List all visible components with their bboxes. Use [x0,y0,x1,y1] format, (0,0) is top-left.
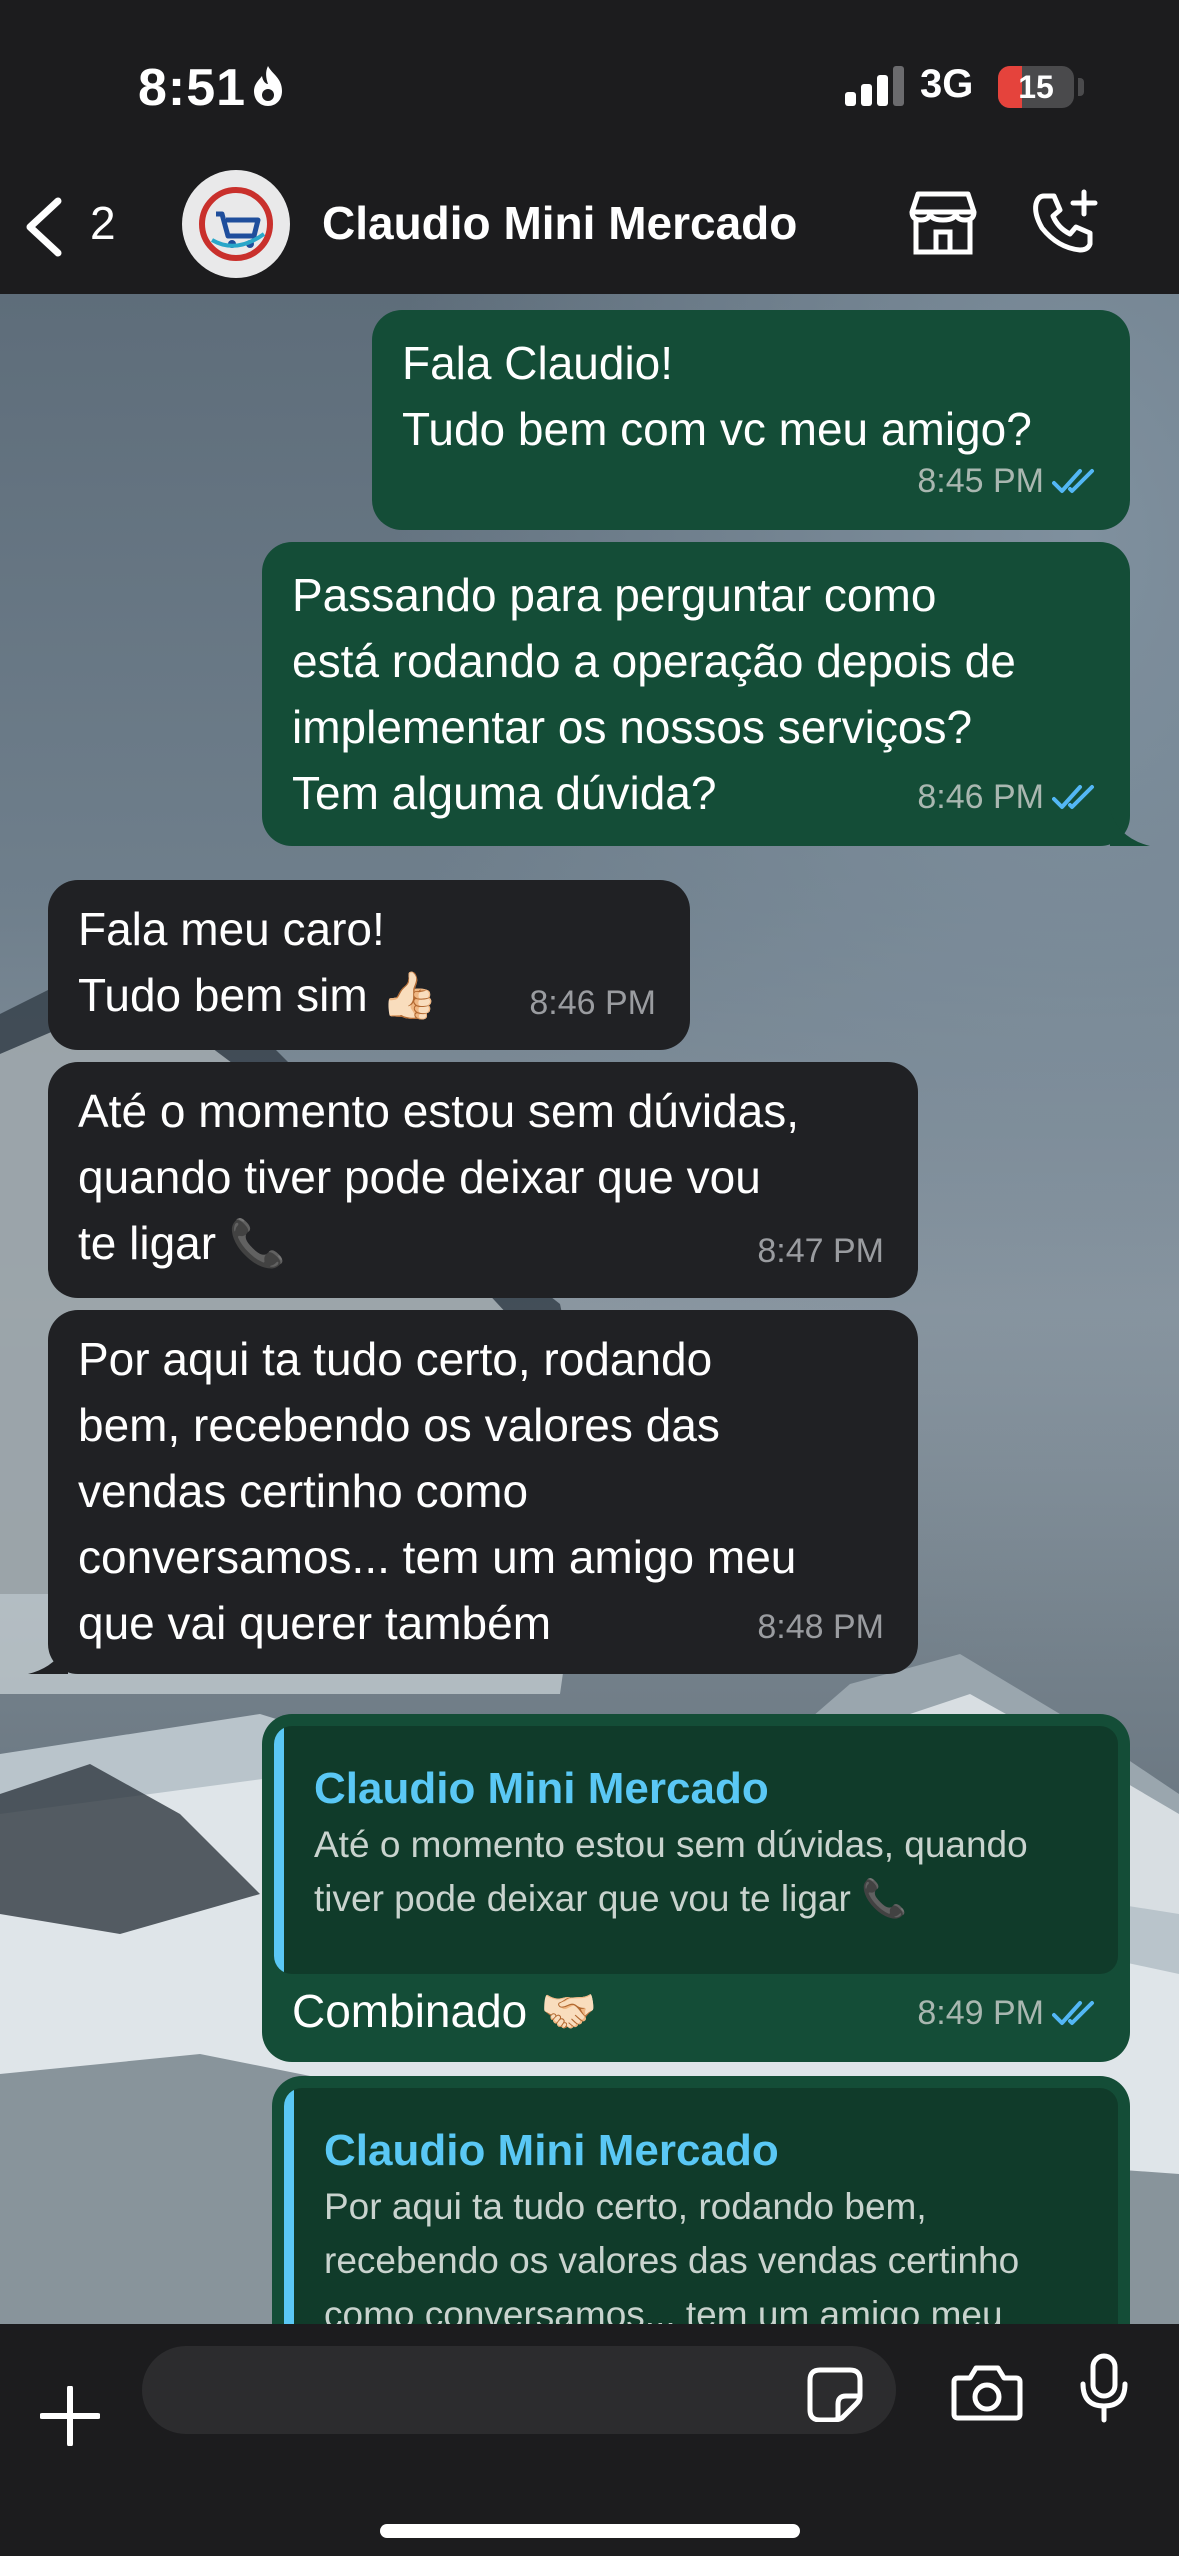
storefront-icon[interactable] [906,190,980,256]
message-time: 8:47 PM [757,1232,884,1270]
message-time: 8:48 PM [757,1608,884,1646]
quote-text: Até o momento estou sem dúvidas, quando … [314,1824,1028,1919]
message-incoming[interactable]: Por aqui ta tudo certo, rodando bem, rec… [28,1310,918,1674]
battery-icon: 15 [998,66,1074,108]
message-text: Até o momento estou sem dúvidas, quando … [78,1085,800,1269]
message-outgoing-reply[interactable]: Claudio Mini Mercado Até o momento estou… [262,1714,1130,2062]
battery-level: 15 [1018,69,1054,105]
microphone-icon[interactable] [1078,2352,1130,2426]
message-meta: 8:46 PM [917,764,1100,830]
quoted-message[interactable]: Claudio Mini Mercado Até o momento estou… [274,1726,1118,1974]
message-time: 8:45 PM [917,462,1044,500]
message-time: 8:46 PM [917,778,1044,816]
bubble-tail [1110,810,1150,846]
message-time: 8:49 PM [917,1994,1044,2032]
bubble-tail [28,1638,68,1674]
message-meta: 8:45 PM [917,448,1100,514]
battery-cap [1078,78,1084,96]
message-time: 8:46 PM [529,984,656,1022]
message-composer [0,2324,1179,2556]
message-meta: 8:47 PM [757,1218,884,1284]
message-meta: 8:48 PM [757,1594,884,1660]
message-text: Por aqui ta tudo certo, rodando bem, rec… [78,1333,797,1649]
network-type: 3G [920,62,974,106]
message-text: Fala Claudio! Tudo bem com vc meu amigo? [402,337,1032,455]
shopping-cart-logo-icon [199,187,273,261]
quote-author: Claudio Mini Mercado [314,1764,769,1813]
message-text: Fala meu caro! Tudo bem sim 👍🏻 [78,903,438,1021]
message-incoming[interactable]: Até o momento estou sem dúvidas, quando … [48,1062,918,1298]
message-outgoing[interactable]: Fala Claudio! Tudo bem com vc meu amigo?… [372,310,1130,530]
double-check-read-icon [1052,469,1094,493]
message-input[interactable] [142,2346,896,2434]
chevron-left-icon[interactable] [22,195,66,259]
quote-author: Claudio Mini Mercado [324,2126,779,2175]
plus-icon[interactable] [40,2386,100,2446]
contact-name[interactable]: Claudio Mini Mercado [322,196,797,250]
message-outgoing[interactable]: Passando para perguntar como está rodand… [262,542,1150,846]
message-meta: 8:49 PM [917,1980,1100,2046]
quote-accent-bar [274,1726,284,1974]
status-time: 8:51 [138,59,247,117]
double-check-read-icon [1052,2001,1094,2025]
message-meta: 8:46 PM [529,970,656,1036]
message-text: Combinado 🤝🏻 [292,1985,598,2037]
double-check-read-icon [1052,785,1094,809]
quote-text: Por aqui ta tudo certo, rodando bem, rec… [324,2186,1020,2335]
contact-avatar[interactable] [182,170,290,278]
message-incoming[interactable]: Fala meu caro! Tudo bem sim 👍🏻 8:46 PM [48,880,690,1050]
message-text: Passando para perguntar como está rodand… [292,569,1016,819]
chat-header: 2 Claudio Mini Mercado [0,160,1179,294]
status-bar: 8:51 3G 15 [0,0,1179,160]
camera-icon[interactable] [950,2364,1024,2422]
add-call-icon[interactable] [1030,188,1100,258]
home-indicator[interactable] [380,2524,800,2538]
cellular-signal-icon [845,66,904,106]
activity-flame-icon [254,66,282,106]
back-unread-count[interactable]: 2 [90,196,116,250]
sticker-icon[interactable] [806,2366,864,2422]
